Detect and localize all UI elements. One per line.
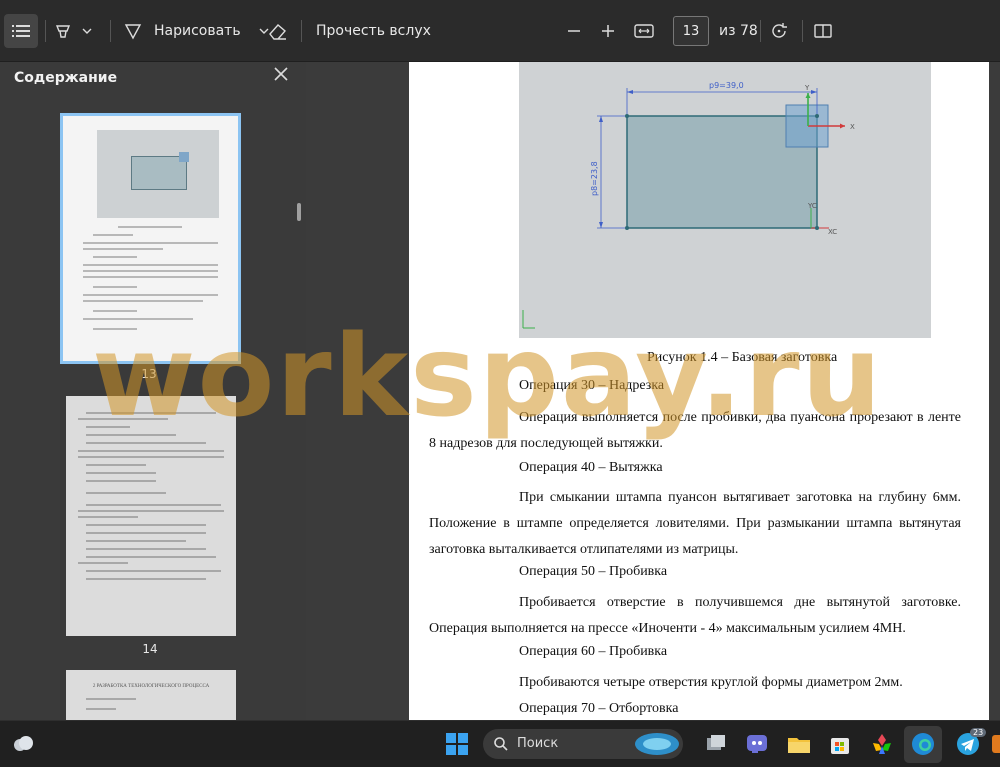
page-thumbnail[interactable] [66, 396, 236, 636]
toc-button[interactable] [4, 14, 38, 48]
toolbar-divider [802, 20, 803, 42]
page-total: из 78 [719, 14, 758, 48]
page-thumbnail[interactable] [60, 113, 241, 364]
cad-figure: p9=39,0 p8=23,8 X Y XC YC [519, 62, 931, 338]
cad-drawing: p9=39,0 p8=23,8 X Y XC YC [522, 81, 855, 329]
minus-icon [568, 30, 580, 32]
taskbar-search[interactable]: Поиск [483, 729, 683, 759]
search-highlight-icon [635, 733, 679, 755]
op40-heading: Операция 40 – Вытяжка [519, 460, 663, 475]
rotate-icon [772, 23, 787, 38]
teams-icon[interactable] [744, 731, 770, 757]
op60-text: Пробиваются четыре отверстия круглой фор… [519, 675, 903, 690]
task-view-icon[interactable] [703, 731, 729, 757]
thumbnail-heading: 2 РАЗРАБОТКА ТЕХНОЛОГИЧЕСКОГО ПРОЦЕССА [92, 684, 210, 689]
search-label: Поиск [517, 736, 559, 751]
explorer-icon[interactable] [786, 731, 812, 757]
op50-text: Пробивается отверстие в получившемся дне… [429, 595, 961, 636]
app-icon[interactable] [990, 731, 1000, 757]
edge-button[interactable] [904, 726, 942, 763]
op30-text: Операция выполняется после пробивки, два… [429, 410, 961, 451]
read-aloud-label: Прочесть вслух [316, 23, 431, 39]
thumbnail-figure [97, 130, 219, 218]
eraser-button[interactable] [268, 14, 288, 48]
search-icon [494, 737, 508, 751]
page-total-label: из 78 [719, 23, 758, 39]
toc-icon [12, 25, 30, 37]
photos-icon[interactable] [869, 731, 895, 757]
contents-panel: Содержание 13 14 2 РАЗРАБОТКА ТЕХНОЛОГИЧ… [0, 62, 306, 720]
op50-heading: Операция 50 – Пробивка [519, 564, 668, 579]
document-page: p9=39,0 p8=23,8 X Y XC YC Рисунок 1.4 – … [409, 62, 989, 720]
draw-icon [124, 24, 142, 40]
page-thumbnail[interactable]: 2 РАЗРАБОТКА ТЕХНОЛОГИЧЕСКОГО ПРОЦЕССА [66, 670, 236, 720]
axis-y-label: Y [804, 84, 810, 92]
toolbar: Нарисовать Прочесть вслух 13 из 78 [0, 0, 1000, 62]
edge-icon [912, 733, 934, 755]
zoom-in-button[interactable] [601, 14, 615, 48]
axis-x-label: X [850, 123, 855, 131]
plus-icon [602, 25, 614, 37]
op70-heading: Операция 70 – Отбортовка [519, 701, 679, 716]
highlight-icon [55, 25, 71, 38]
toolbar-divider [301, 20, 302, 42]
fit-page-button[interactable] [634, 14, 654, 48]
eraser-icon [269, 24, 286, 40]
draw-label: Нарисовать [154, 23, 241, 39]
telegram-badge: 23 [970, 728, 987, 737]
toolbar-divider [110, 20, 111, 42]
axis-xc-label: XC [828, 228, 837, 236]
close-icon[interactable] [272, 65, 290, 83]
two-page-icon [814, 24, 832, 38]
highlight-button[interactable] [54, 14, 92, 48]
two-page-button[interactable] [814, 14, 832, 48]
sidebar-scrollbar[interactable] [297, 203, 301, 221]
figure-caption: Рисунок 1.4 – Базовая заготовка [647, 350, 838, 365]
weather-icon[interactable] [10, 731, 36, 757]
op40-text: При смыкании штампа пуансон вытягивает з… [429, 490, 961, 557]
chevron-down-icon [82, 28, 92, 34]
toolbar-divider [760, 20, 761, 42]
page-number-value: 13 [682, 23, 700, 39]
dimension-horizontal: p9=39,0 [709, 81, 744, 90]
start-icon[interactable] [444, 731, 470, 757]
op30-heading: Операция 30 – Надрезка [519, 378, 665, 393]
fit-page-icon [634, 24, 654, 38]
store-icon[interactable] [827, 731, 853, 757]
op60-heading: Операция 60 – Пробивка [519, 644, 668, 659]
contents-panel-title: Содержание [14, 70, 118, 86]
thumbnail-page-number: 13 [141, 367, 157, 381]
zoom-out-button[interactable] [567, 14, 581, 48]
toolbar-divider [45, 20, 46, 42]
draw-button[interactable]: Нарисовать [124, 14, 269, 48]
pdf-viewer-window: Нарисовать Прочесть вслух 13 из 78 Содер… [0, 0, 1000, 767]
page-number-input[interactable]: 13 [673, 16, 709, 46]
document-view[interactable]: p9=39,0 p8=23,8 X Y XC YC Рисунок 1.4 – … [306, 62, 1000, 720]
read-aloud-button[interactable]: Прочесть вслух [316, 14, 431, 48]
rotate-button[interactable] [770, 14, 788, 48]
thumbnail-page-number: 14 [142, 642, 158, 656]
dimension-vertical: p8=23,8 [590, 161, 599, 196]
axis-yc-label: YC [807, 202, 817, 210]
taskbar: Поиск 23 [0, 720, 1000, 767]
